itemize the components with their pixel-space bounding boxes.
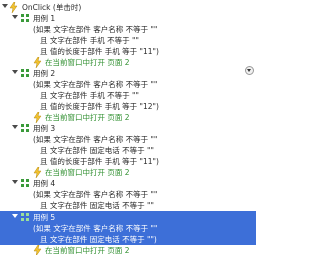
condition-line[interactable]: (如果 文字在部件 客户名称 不等于 "" [0,24,256,35]
case-label: 用例 2 [33,69,56,78]
event-label: OnClick (单击时) [22,3,82,12]
expanded-triangle-icon[interactable] [12,125,18,129]
action-text: 在当前窗口中打开 页面 2 [45,246,130,255]
condition-line[interactable]: 且 文字在部件 固定电话 不等于 "" [0,200,256,211]
interaction-tree: OnClick (单击时) 用例 1 (如果 文字在部件 客户名称 不等于 ""… [0,0,256,255]
condition-text: (如果 文字在部件 客户名称 不等于 "" [33,135,158,144]
condition-line[interactable]: 且 文字在部件 手机 不等于 "" [0,35,256,46]
case-row-5[interactable]: 用例 5 [0,212,256,223]
event-bolt-icon [9,2,18,13]
condition-line[interactable]: 且 值的长度于部件 手机 等于 "12") [0,101,256,112]
case-label: 用例 4 [33,179,56,188]
expanded-triangle-icon[interactable] [12,214,18,218]
expanded-triangle-icon[interactable] [2,4,8,8]
action-row[interactable]: 在当前窗口中打开 页面 2 [0,112,256,123]
condition-line[interactable]: 且 文字在部件 手机 不等于 "" [0,90,256,101]
case-label: 用例 1 [33,14,56,23]
expanded-triangle-icon[interactable] [12,180,18,184]
condition-text: 且 文字在部件 手机 不等于 "" [40,91,139,100]
expanded-triangle-icon[interactable] [12,15,18,19]
case-icon [21,124,29,132]
action-bolt-icon [33,245,42,255]
condition-text: 且 文字在部件 手机 不等于 "" [40,36,139,45]
action-text: 在当前窗口中打开 页面 2 [45,58,130,67]
action-row[interactable]: 在当前窗口中打开 页面 2 [0,245,256,255]
condition-line[interactable]: 且 值的长度于部件 手机 等于 "11") [0,156,256,167]
action-bolt-icon [33,57,42,68]
case-row-4[interactable]: 用例 4 [0,178,256,189]
action-bolt-icon [33,167,42,178]
condition-line[interactable]: (如果 文字在部件 客户名称 不等于 "" [0,79,256,90]
condition-line[interactable]: (如果 文字在部件 客户名称 不等于 "" [0,189,256,200]
condition-line[interactable]: (如果 文字在部件 客户名称 不等于 "" [0,223,256,234]
condition-text: (如果 文字在部件 客户名称 不等于 "" [33,80,158,89]
case-icon [21,14,29,22]
condition-text: (如果 文字在部件 客户名称 不等于 "" [33,190,158,199]
condition-text: 且 值的长度于部件 手机 等于 "11") [40,157,159,166]
condition-line[interactable]: 且 值的长度于部件 手机 等于 "11") [0,46,256,57]
condition-text: (如果 文字在部件 客户名称 不等于 "" [33,224,158,233]
action-row[interactable]: 在当前窗口中打开 页面 2 [0,57,256,68]
condition-text: 且 值的长度于部件 手机 等于 "12") [40,102,159,111]
condition-text: 且 文字在部件 固定电话 不等于 "") [40,235,157,244]
case-row-1[interactable]: 用例 1 [0,13,256,24]
action-bolt-icon [33,112,42,123]
condition-text: (如果 文字在部件 客户名称 不等于 "" [33,25,158,34]
event-row-onclick[interactable]: OnClick (单击时) [0,2,256,13]
condition-line[interactable]: 且 文字在部件 固定电话 不等于 "") [0,234,256,245]
case-icon [21,213,29,221]
condition-line[interactable]: (如果 文字在部件 客户名称 不等于 "" [0,134,256,145]
expanded-triangle-icon[interactable] [12,70,18,74]
condition-text: 且 文字在部件 固定电话 不等于 "" [40,146,154,155]
condition-text: 且 值的长度于部件 手机 等于 "11") [40,47,159,56]
action-row[interactable]: 在当前窗口中打开 页面 2 [0,167,256,178]
case-label: 用例 5 [33,213,56,222]
condition-text: 且 文字在部件 固定电话 不等于 "" [40,201,154,210]
case-row-2[interactable]: 用例 2 [0,68,256,79]
case-icon [21,69,29,77]
case-label: 用例 3 [33,124,56,133]
action-text: 在当前窗口中打开 页面 2 [45,168,130,177]
case-row-3[interactable]: 用例 3 [0,123,256,134]
case-icon [21,179,29,187]
condition-line[interactable]: 且 文字在部件 固定电话 不等于 "" [0,145,256,156]
action-text: 在当前窗口中打开 页面 2 [45,113,130,122]
